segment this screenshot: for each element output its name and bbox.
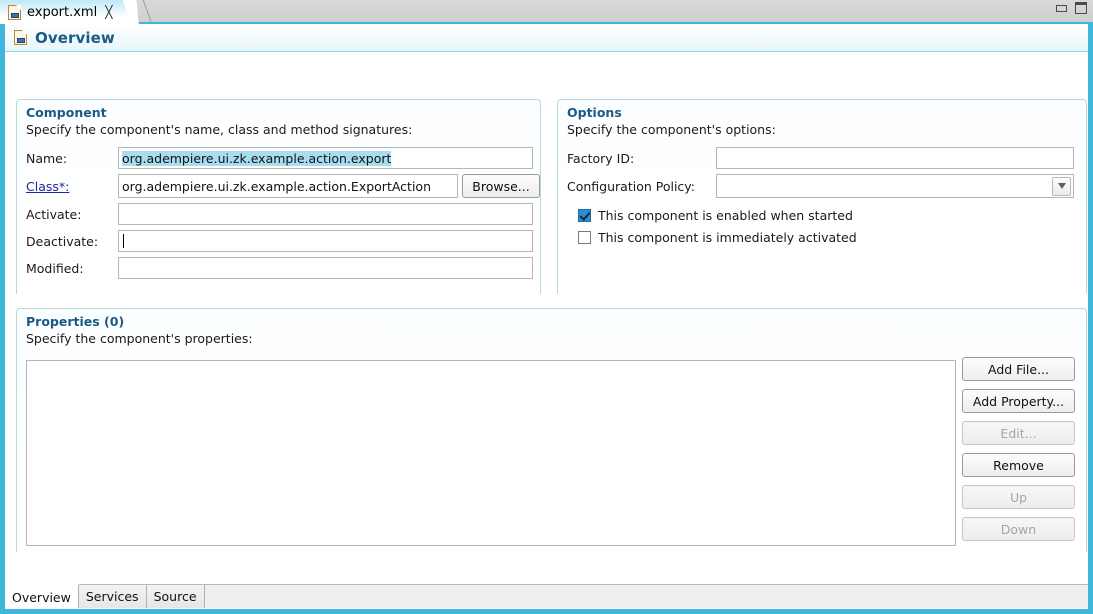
page-title: Overview bbox=[35, 29, 115, 47]
factory-id-label: Factory ID: bbox=[567, 151, 716, 166]
tab-services[interactable]: Services bbox=[79, 585, 147, 608]
enabled-when-started-checkbox[interactable] bbox=[578, 209, 591, 222]
enabled-when-started-row[interactable]: This component is enabled when started bbox=[558, 208, 1086, 223]
activate-input[interactable] bbox=[118, 203, 533, 225]
modified-input[interactable] bbox=[118, 257, 533, 279]
component-section-title: Component bbox=[17, 100, 540, 120]
properties-list[interactable] bbox=[26, 360, 956, 546]
eclipse-component-editor: export.xml ╳ Overview Component Specify … bbox=[0, 0, 1093, 614]
name-label: Name: bbox=[26, 151, 118, 166]
window-controls bbox=[1056, 2, 1087, 14]
form-content: Component Specify the component's name, … bbox=[5, 52, 1088, 608]
class-input-value: org.adempiere.ui.zk.example.action.Expor… bbox=[122, 179, 431, 194]
class-link[interactable]: Class*: bbox=[26, 179, 118, 194]
deactivate-label: Deactivate: bbox=[26, 234, 118, 249]
minimize-icon[interactable] bbox=[1056, 5, 1067, 12]
modified-field-row: Modified: bbox=[17, 257, 540, 279]
edit-button: Edit... bbox=[962, 421, 1075, 445]
close-icon[interactable]: ╳ bbox=[105, 6, 112, 18]
configuration-policy-label: Configuration Policy: bbox=[567, 179, 716, 194]
form-header: Overview bbox=[5, 24, 1088, 52]
immediately-activated-label: This component is immediately activated bbox=[598, 230, 857, 245]
activate-label: Activate: bbox=[26, 207, 118, 222]
component-section: Component Specify the component's name, … bbox=[16, 99, 541, 294]
component-section-description: Specify the component's name, class and … bbox=[17, 120, 540, 137]
deactivate-input[interactable] bbox=[118, 230, 533, 252]
name-field-row: Name: org.adempiere.ui.zk.example.action… bbox=[17, 147, 540, 169]
up-button: Up bbox=[962, 485, 1075, 509]
options-section-description: Specify the component's options: bbox=[558, 120, 1086, 137]
browse-button[interactable]: Browse... bbox=[462, 174, 540, 198]
editor-tab-export-xml[interactable]: export.xml ╳ bbox=[0, 0, 134, 24]
name-input-value: org.adempiere.ui.zk.example.action.expor… bbox=[122, 151, 391, 166]
add-property-button[interactable]: Add Property... bbox=[962, 389, 1075, 413]
tab-source[interactable]: Source bbox=[147, 585, 205, 608]
down-button: Down bbox=[962, 517, 1075, 541]
immediately-activated-row[interactable]: This component is immediately activated bbox=[558, 230, 1086, 245]
factory-id-input[interactable] bbox=[716, 147, 1074, 169]
tab-overview[interactable]: Overview bbox=[5, 584, 79, 608]
editor-tab-strip: export.xml ╳ bbox=[0, 0, 1093, 24]
remove-button[interactable]: Remove bbox=[962, 453, 1075, 477]
modified-label: Modified: bbox=[26, 261, 118, 276]
name-input[interactable]: org.adempiere.ui.zk.example.action.expor… bbox=[118, 147, 533, 169]
immediately-activated-checkbox[interactable] bbox=[578, 231, 591, 244]
configuration-policy-select[interactable] bbox=[716, 174, 1074, 198]
page-tab-bar: Overview Services Source bbox=[5, 584, 1088, 608]
chevron-down-icon[interactable] bbox=[1052, 177, 1071, 196]
properties-section-title: Properties (0) bbox=[17, 309, 1086, 329]
editor-frame: Overview Component Specify the component… bbox=[0, 24, 1093, 614]
factory-id-row: Factory ID: bbox=[558, 147, 1086, 169]
add-file-button[interactable]: Add File... bbox=[962, 357, 1075, 381]
class-field-row: Class*: org.adempiere.ui.zk.example.acti… bbox=[17, 174, 540, 198]
class-input[interactable]: org.adempiere.ui.zk.example.action.Expor… bbox=[118, 174, 458, 198]
options-section: Options Specify the component's options:… bbox=[557, 99, 1087, 294]
properties-button-column: Add File... Add Property... Edit... Remo… bbox=[962, 357, 1075, 541]
xml-file-icon bbox=[14, 30, 27, 45]
xml-file-icon bbox=[8, 5, 21, 20]
enabled-when-started-label: This component is enabled when started bbox=[598, 208, 853, 223]
configuration-policy-row: Configuration Policy: bbox=[558, 174, 1086, 198]
editor-tab-label: export.xml bbox=[27, 5, 97, 20]
deactivate-field-row: Deactivate: bbox=[17, 230, 540, 252]
text-caret bbox=[123, 234, 124, 248]
properties-section-description: Specify the component's properties: bbox=[17, 329, 1086, 346]
maximize-icon[interactable] bbox=[1075, 2, 1087, 14]
activate-field-row: Activate: bbox=[17, 203, 540, 225]
options-section-title: Options bbox=[558, 100, 1086, 120]
